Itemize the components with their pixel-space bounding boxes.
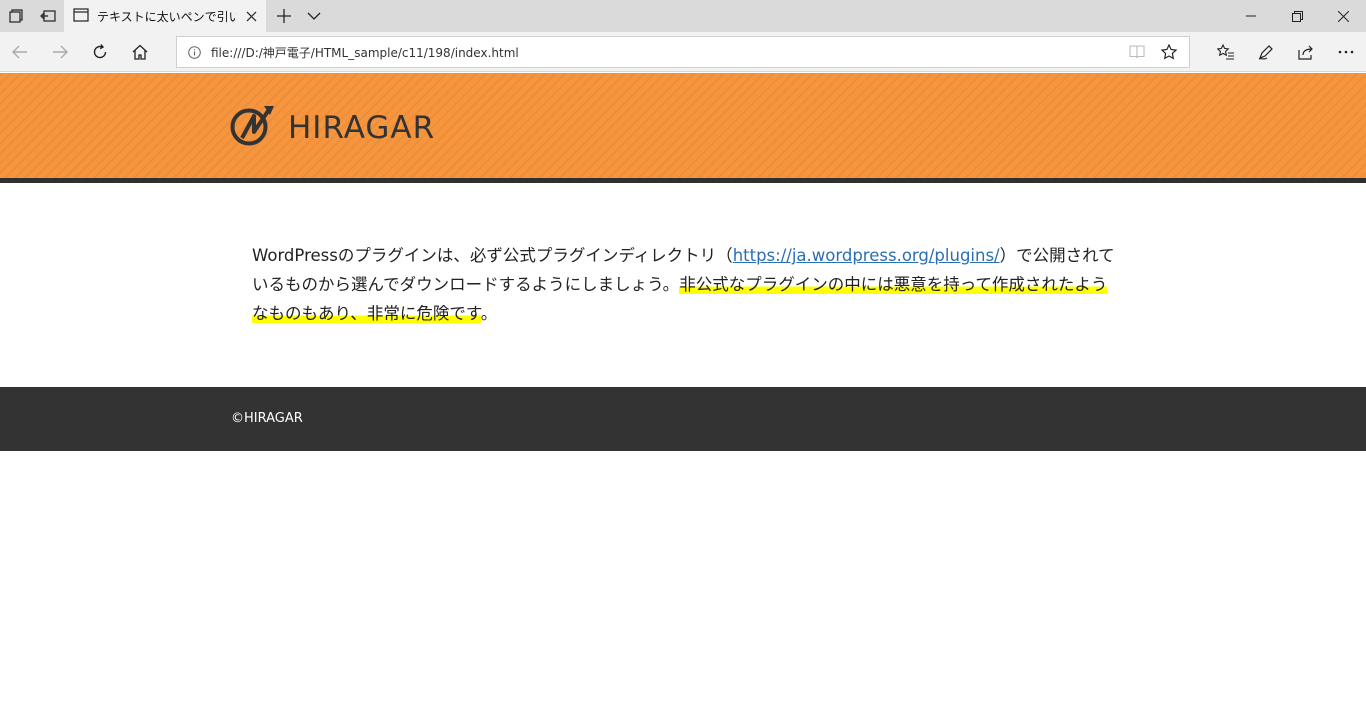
favorite-star-icon[interactable]: [1153, 37, 1185, 67]
back-tabs-icon[interactable]: [32, 0, 64, 32]
navigation-bar: file:///D:/神戸電子/HTML_sample/c11/198/inde…: [0, 32, 1366, 72]
info-icon[interactable]: [177, 37, 211, 67]
favorites-list-icon[interactable]: [1206, 32, 1246, 72]
restore-icon[interactable]: [1274, 0, 1320, 32]
chevron-down-icon[interactable]: [298, 0, 330, 32]
logo-mark-icon: [230, 104, 286, 152]
tab-manager-icon[interactable]: [0, 0, 32, 32]
paragraph-end: 。: [480, 304, 498, 323]
tab-page-icon: [73, 7, 89, 26]
new-tab-icon[interactable]: [268, 0, 300, 32]
logo-text: HIRAGAR: [288, 110, 436, 146]
site-header: [0, 73, 1366, 178]
more-icon[interactable]: [1326, 32, 1366, 72]
address-bar[interactable]: file:///D:/神戸電子/HTML_sample/c11/198/inde…: [176, 36, 1190, 68]
reading-view-icon[interactable]: [1121, 37, 1153, 67]
url-text: file:///D:/神戸電子/HTML_sample/c11/198/inde…: [211, 45, 519, 60]
site-logo[interactable]: HIRAGAR: [230, 104, 435, 152]
tab-title: テキストに太いペンで引いた: [97, 9, 237, 24]
share-icon[interactable]: [1286, 32, 1326, 72]
copyright-text: ©HIRAGAR: [231, 411, 303, 426]
forward-icon[interactable]: [40, 32, 80, 72]
close-icon[interactable]: [242, 7, 260, 25]
site-footer: ©HIRAGAR: [0, 387, 1366, 451]
plugins-link[interactable]: https://ja.wordpress.org/plugins/: [733, 246, 1000, 265]
header-border: [0, 178, 1366, 183]
paragraph-text: WordPressのプラグインは、必ず公式プラグインディレクトリ（: [252, 246, 733, 265]
active-tab[interactable]: テキストに太いペンで引いた: [64, 0, 266, 32]
pen-icon[interactable]: [1246, 32, 1286, 72]
tab-bar: テキストに太いペンで引いた: [0, 0, 1366, 32]
window-close-icon[interactable]: [1320, 0, 1366, 32]
body-paragraph: WordPressのプラグインは、必ず公式プラグインディレクトリ（https:/…: [252, 241, 1118, 328]
minimize-icon[interactable]: [1228, 0, 1274, 32]
home-icon[interactable]: [120, 32, 160, 72]
back-icon[interactable]: [0, 32, 40, 72]
main-content: WordPressのプラグインは、必ず公式プラグインディレクトリ（https:/…: [252, 241, 1118, 328]
refresh-icon[interactable]: [80, 32, 120, 72]
